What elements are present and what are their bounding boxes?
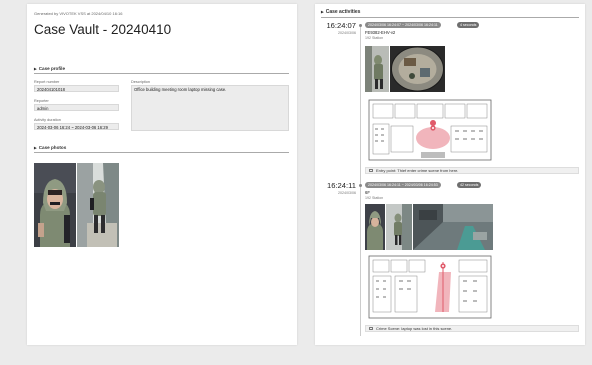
- activity-date: 2024/03/06: [338, 31, 356, 35]
- caret-right-icon: ▶: [34, 146, 37, 150]
- suspect-corridor-image: [77, 163, 119, 247]
- case-profile-heading-label: Case profile: [38, 66, 65, 71]
- activity-duration-field: 2024-03-06 16:24 ~ 2024-03-06 16:29: [34, 123, 119, 130]
- caret-right-icon: ▶: [34, 67, 37, 71]
- case-activities-page: ▶ Case activities 16:24:07 2024/03/06 202…: [315, 4, 585, 345]
- caret-right-icon: ▶: [321, 10, 324, 14]
- camera-name: 6F: [365, 190, 370, 195]
- timeline-dot: [359, 184, 362, 187]
- room-snapshot-image: [413, 204, 493, 250]
- timeline-dot: [359, 24, 362, 27]
- corridor-snapshot-image: [386, 204, 412, 250]
- activity-note: Crime Scene: laptop was lost in this sce…: [365, 325, 579, 332]
- activity-thumbnail[interactable]: [413, 204, 493, 250]
- floor-map[interactable]: [365, 252, 495, 322]
- generated-by-text: Generated by VIVOTEK VSS at 2024/04/10 1…: [34, 11, 123, 16]
- case-photos-heading[interactable]: ▶ Case photos: [34, 145, 289, 153]
- suspect-face-image: [34, 163, 76, 247]
- activity-range-badge: 2024/03/06 16:24:11 ~ 2024/03/06 16:24:5…: [365, 182, 441, 188]
- corridor-snapshot-image: [365, 46, 389, 92]
- activity-thumbnail[interactable]: [390, 46, 445, 92]
- case-photos-heading-label: Case photos: [38, 145, 67, 150]
- camera-name: FE9382-EHV-v2: [365, 30, 396, 35]
- activity-time: 16:24:07: [326, 21, 356, 30]
- comment-icon: [369, 327, 373, 331]
- fisheye-snapshot-image: [390, 46, 445, 92]
- reporter-field: admin: [34, 104, 119, 111]
- case-report-page: Generated by VIVOTEK VSS at 2024/04/10 1…: [27, 4, 297, 345]
- description-field: Office building meeting room laptop miss…: [131, 85, 289, 131]
- activity-duration-badge: 42 seconds: [457, 182, 482, 188]
- activity-date: 2024/03/06: [338, 191, 356, 195]
- station-name: 192 Station: [365, 36, 384, 40]
- case-photo-corridor[interactable]: [77, 163, 119, 247]
- report-number-label: Report number: [34, 80, 60, 84]
- case-profile-heading[interactable]: ▶ Case profile: [34, 66, 289, 74]
- activity-range-badge: 2024/03/06 16:24:07 ~ 2024/03/06 16:24:1…: [365, 22, 441, 28]
- face-snapshot-image: [365, 204, 385, 250]
- case-activities-heading-label: Case activities: [325, 9, 361, 15]
- description-label: Description: [131, 80, 150, 84]
- activity-note: Entry point: Thief enter crime scene fro…: [365, 167, 579, 174]
- case-title: Case Vault - 20240410: [34, 22, 172, 37]
- activity-note-text: Entry point: Thief enter crime scene fro…: [376, 168, 459, 173]
- activity-thumbnail[interactable]: [386, 204, 412, 250]
- activity-duration-label: Activity duration: [34, 118, 61, 122]
- activity-duration-badge: 4 seconds: [457, 22, 480, 28]
- timeline-line: [360, 24, 361, 336]
- report-number-field: 202404101018: [34, 85, 119, 92]
- case-photo-face[interactable]: [34, 163, 76, 247]
- floor-plan-image: [365, 252, 495, 322]
- activity-time: 16:24:11: [327, 181, 356, 190]
- activity-thumbnail[interactable]: [365, 46, 389, 92]
- reporter-label: Reporter: [34, 99, 49, 103]
- station-name: 192 Station: [365, 196, 384, 200]
- activity-note-text: Crime Scene: laptop was lost in this sce…: [376, 326, 453, 331]
- floor-plan-image: [365, 94, 495, 164]
- floor-map[interactable]: [365, 94, 495, 164]
- comment-icon: [369, 169, 373, 173]
- case-activities-heading[interactable]: ▶ Case activities: [321, 9, 579, 18]
- activity-thumbnail[interactable]: [365, 204, 385, 250]
